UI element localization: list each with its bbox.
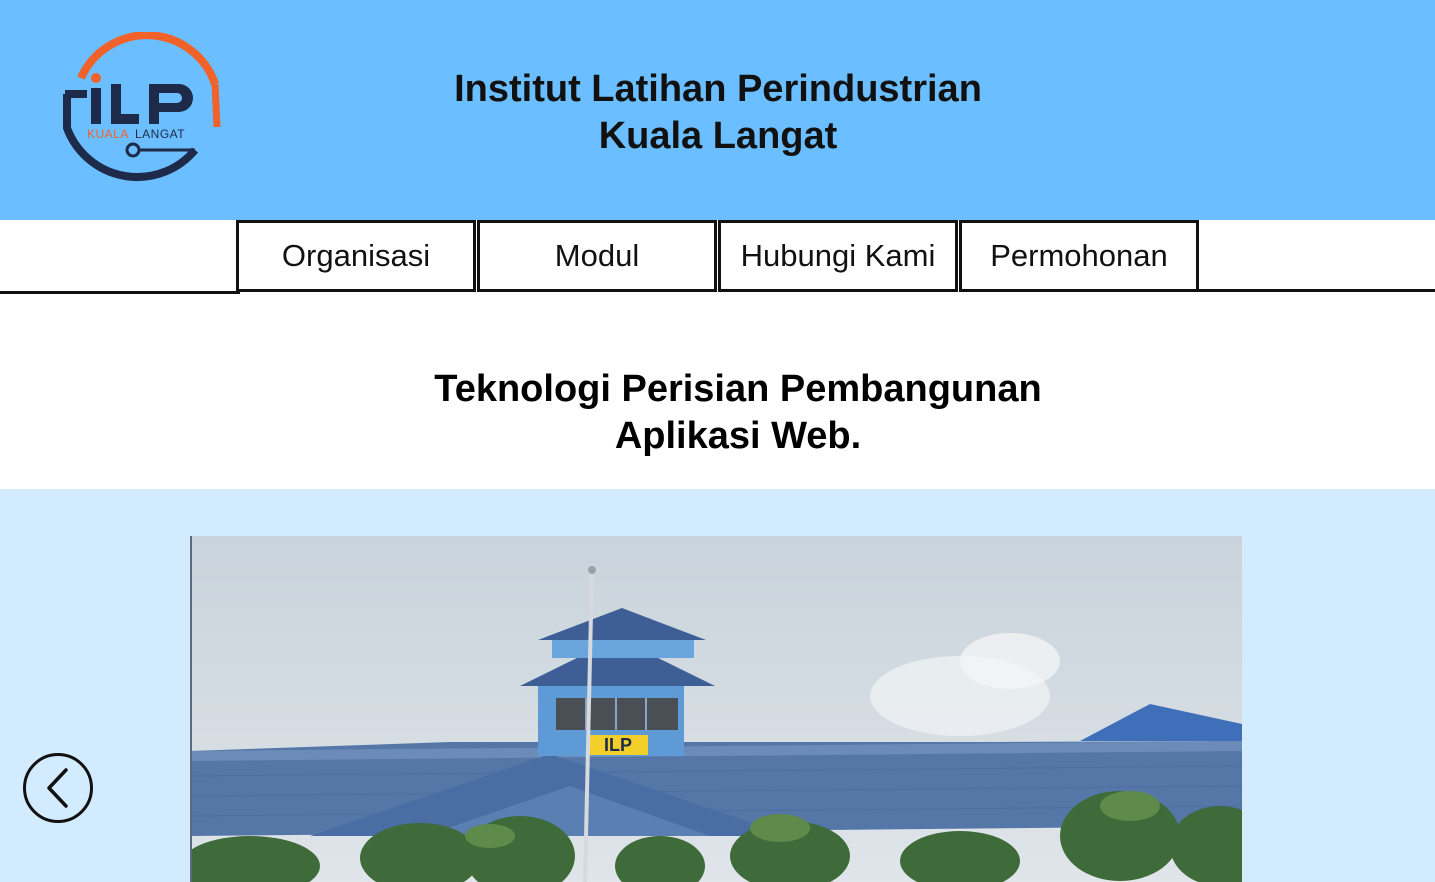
nav-item-modul[interactable]: Modul — [477, 220, 717, 292]
site-title-line2: Kuala Langat — [598, 115, 838, 157]
page-heading: Teknologi Perisian Pembangunan Aplikasi … — [300, 366, 1176, 460]
ilp-logo[interactable]: KUALA LANGAT — [55, 31, 230, 187]
slide-sign-text: ILP — [604, 735, 632, 755]
page-heading-line1: Teknologi Perisian Pembangunan — [434, 368, 1042, 410]
nav-item-organisasi[interactable]: Organisasi — [236, 220, 476, 292]
nav-divider-left — [0, 291, 240, 294]
site-title-line1: Institut Latihan Perindustrian — [454, 68, 982, 110]
page-heading-line2: Aplikasi Web. — [614, 415, 862, 457]
carousel-prev-button[interactable] — [23, 753, 93, 823]
site-header: KUALA LANGAT Institut Latihan Perindustr… — [0, 0, 1435, 220]
svg-text:LANGAT: LANGAT — [135, 127, 185, 141]
site-title: Institut Latihan Perindustrian Kuala Lan… — [380, 66, 1056, 160]
nav-divider-right — [1198, 289, 1435, 292]
carousel-slide-image: ILP — [190, 536, 1242, 882]
svg-text:KUALA: KUALA — [87, 127, 129, 141]
chevron-left-icon — [47, 768, 68, 808]
nav-item-hubungi-kami[interactable]: Hubungi Kami — [718, 220, 958, 292]
image-carousel: ILP — [0, 489, 1435, 882]
nav-item-permohonan[interactable]: Permohonan — [959, 220, 1199, 292]
